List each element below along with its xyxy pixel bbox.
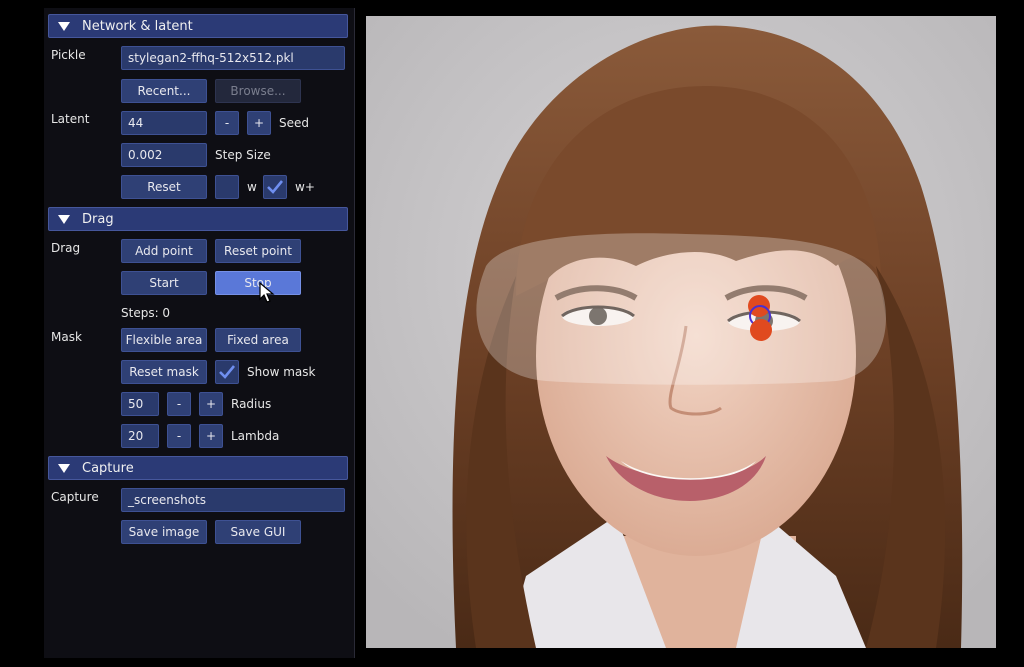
wplus-checkbox[interactable] <box>263 175 287 199</box>
collapse-triangle-icon <box>58 463 70 473</box>
stop-button[interactable]: Stop <box>215 271 301 295</box>
seed-label: Seed <box>279 116 309 130</box>
w-label: w <box>247 180 257 194</box>
collapse-triangle-icon <box>58 21 70 31</box>
checkmark-icon <box>267 180 284 194</box>
show-mask-label: Show mask <box>247 365 316 379</box>
reset-mask-button[interactable]: Reset mask <box>121 360 207 384</box>
add-point-button[interactable]: Add point <box>121 239 207 263</box>
control-panel: Network & latent Pickle stylegan2-ffhq-5… <box>44 8 355 658</box>
radius-decrement-button[interactable]: - <box>167 392 191 416</box>
section-title-drag: Drag <box>82 211 114 227</box>
drag-points-layer <box>748 295 772 341</box>
radius-increment-button[interactable]: + <box>199 392 223 416</box>
latent-label: Latent <box>51 112 90 126</box>
lambda-input[interactable]: 20 <box>121 424 159 448</box>
capture-label: Capture <box>51 490 99 504</box>
section-header-capture[interactable]: Capture <box>48 456 348 480</box>
steps-counter: Steps: 0 <box>121 306 171 320</box>
capture-dir-field[interactable]: _screenshots <box>121 488 345 512</box>
lambda-increment-button[interactable]: + <box>199 424 223 448</box>
reset-latent-button[interactable]: Reset <box>121 175 207 199</box>
section-title-capture: Capture <box>82 460 134 476</box>
checkmark-icon <box>219 365 236 379</box>
fixed-area-button[interactable]: Fixed area <box>215 328 301 352</box>
browse-button[interactable]: Browse... <box>215 79 301 103</box>
collapse-triangle-icon <box>58 214 70 224</box>
seed-input[interactable]: 44 <box>121 111 207 135</box>
reset-point-button[interactable]: Reset point <box>215 239 301 263</box>
image-viewer[interactable] <box>366 16 996 648</box>
wplus-label: w+ <box>295 180 315 194</box>
step-size-label: Step Size <box>215 148 271 162</box>
seed-decrement-button[interactable]: - <box>215 111 239 135</box>
target-point[interactable] <box>750 319 772 341</box>
section-title-network: Network & latent <box>82 18 193 34</box>
flexible-area-button[interactable]: Flexible area <box>121 328 207 352</box>
seed-increment-button[interactable]: + <box>247 111 271 135</box>
lambda-label: Lambda <box>231 429 280 443</box>
start-button[interactable]: Start <box>121 271 207 295</box>
w-checkbox[interactable] <box>215 175 239 199</box>
recent-button[interactable]: Recent... <box>121 79 207 103</box>
radius-input[interactable]: 50 <box>121 392 159 416</box>
step-size-input[interactable]: 0.002 <box>121 143 207 167</box>
drag-label: Drag <box>51 241 81 255</box>
pickle-field[interactable]: stylegan2-ffhq-512x512.pkl <box>121 46 345 70</box>
mouse-cursor-icon <box>259 282 275 303</box>
pickle-label: Pickle <box>51 48 86 62</box>
section-header-drag[interactable]: Drag <box>48 207 348 231</box>
lambda-decrement-button[interactable]: - <box>167 424 191 448</box>
radius-label: Radius <box>231 397 272 411</box>
save-image-button[interactable]: Save image <box>121 520 207 544</box>
show-mask-checkbox[interactable] <box>215 360 239 384</box>
section-header-network[interactable]: Network & latent <box>48 14 348 38</box>
save-gui-button[interactable]: Save GUI <box>215 520 301 544</box>
mask-label: Mask <box>51 330 82 344</box>
